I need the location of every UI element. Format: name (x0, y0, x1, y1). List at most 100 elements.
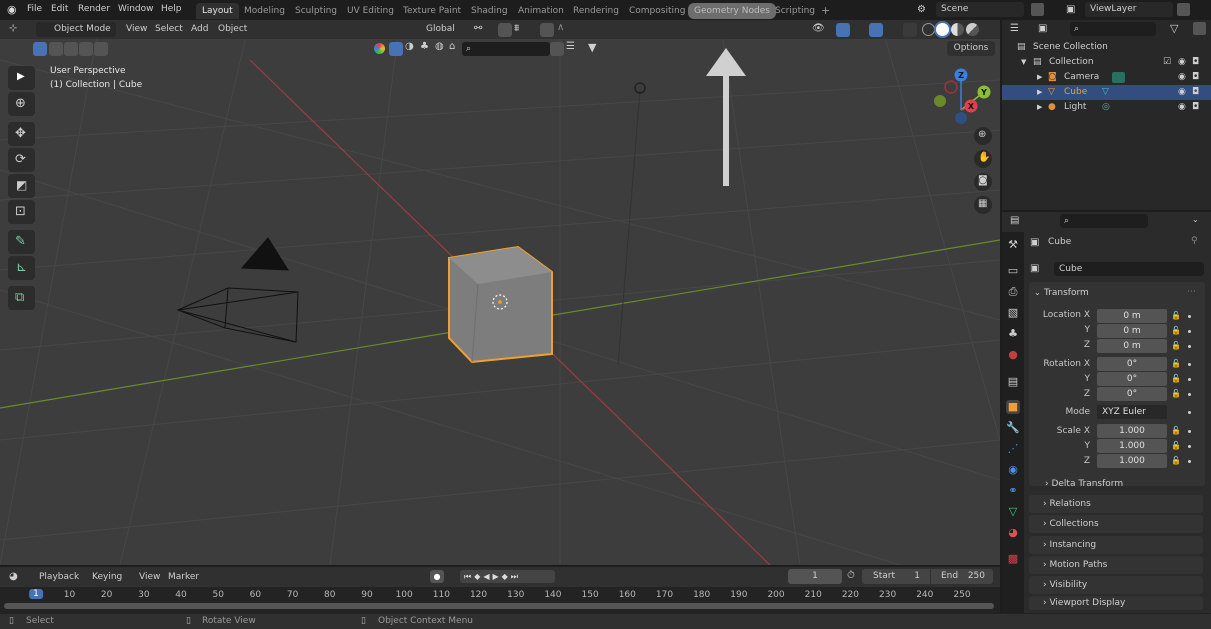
physics-tab-icon[interactable]: ◉ (1006, 463, 1020, 477)
rendered-shading-icon[interactable] (966, 23, 979, 36)
new-collection-icon[interactable] (1193, 22, 1206, 35)
annotate-tool[interactable]: ✎ (8, 230, 35, 254)
add-cube-tool[interactable]: ⧉ (8, 286, 35, 310)
view-layer-field[interactable]: ViewLayer (1085, 2, 1173, 17)
lock-icon[interactable]: 🔓 (1171, 374, 1181, 383)
tab-rendering[interactable]: Rendering (567, 3, 625, 19)
viewport-search-input[interactable]: ⌕ (462, 42, 550, 56)
search-dropdown-icon[interactable] (550, 42, 564, 56)
keyframe-dot[interactable] (1188, 378, 1191, 381)
lock-icon[interactable]: 🔓 (1171, 426, 1181, 435)
display-mode-icon[interactable]: ☰ (1010, 23, 1019, 34)
delta-transform-subpanel[interactable]: › Delta Transform (1045, 479, 1123, 489)
data-tab-icon[interactable]: ▽ (1006, 505, 1020, 519)
gizmo-toggle-icon[interactable] (836, 23, 850, 37)
tab-modeling[interactable]: Modeling (238, 3, 291, 19)
start-frame-field[interactable]: Start 1 (862, 569, 930, 584)
material-tab-icon[interactable]: ◕ (1006, 526, 1020, 540)
new-view-layer-icon[interactable] (1177, 3, 1190, 16)
keyframe-dot[interactable] (1188, 460, 1191, 463)
menu-playback[interactable]: Playback (39, 570, 79, 585)
view-layer-tab-icon[interactable]: ▧ (1006, 306, 1020, 320)
add-workspace-button[interactable]: + (815, 3, 836, 19)
move-tool[interactable]: ✥ (8, 122, 35, 146)
ortho-toggle-button[interactable]: ▦ (974, 196, 992, 214)
outliner-row-scene-collection[interactable]: ▤ Scene Collection (1002, 40, 1211, 55)
menu-keying[interactable]: Keying (92, 570, 122, 585)
outliner-row-light[interactable]: ▶ ● Light ◎ ◉ ◘ (1002, 100, 1211, 115)
visibility-icon[interactable]: 👁 (812, 23, 825, 34)
scene-tab-icon[interactable]: ♣ (1006, 327, 1020, 341)
tab-layout[interactable]: Layout (196, 3, 239, 19)
falloff-icon[interactable]: ∧ (557, 22, 564, 33)
lock-icon[interactable]: 🔓 (1171, 311, 1181, 320)
panel-motion-paths[interactable]: › Motion Paths (1029, 556, 1203, 574)
menu-edit[interactable]: Edit (51, 4, 68, 14)
object-tab-icon[interactable]: ■ (1006, 400, 1020, 414)
filter-icon[interactable]: ▼ (588, 41, 596, 54)
solid-shading-icon[interactable] (936, 23, 949, 36)
tab-sculpting[interactable]: Sculpting (289, 3, 343, 19)
menu-add[interactable]: Add (191, 22, 208, 37)
wireframe-shading-icon[interactable] (922, 23, 935, 36)
pivot-icon[interactable]: ⚯ (474, 23, 482, 34)
keyframe-dot[interactable] (1188, 430, 1191, 433)
auto-key-record-button[interactable]: ● (430, 570, 444, 583)
location-y-field[interactable]: 0 m (1097, 324, 1167, 338)
properties-search-input[interactable]: ⌕ (1060, 214, 1148, 228)
tab-shading[interactable]: Shading (465, 3, 514, 19)
menu-render[interactable]: Render (78, 4, 110, 14)
lock-icon[interactable]: 🔓 (1171, 326, 1181, 335)
zoom-view-button[interactable]: ⊕ (974, 127, 992, 145)
drag-handle-icon[interactable]: ⋯ (1187, 287, 1196, 297)
tab-scripting[interactable]: Scripting (769, 3, 821, 19)
select-box-mode-icon[interactable] (33, 42, 47, 56)
menu-window[interactable]: Window (118, 4, 154, 14)
keyframe-dot[interactable] (1188, 393, 1191, 396)
rotation-mode-dropdown[interactable]: XYZ Euler (1097, 405, 1167, 419)
pin-icon[interactable]: ⚲ (1191, 236, 1198, 246)
panel-viewport-display[interactable]: › Viewport Display (1029, 596, 1203, 610)
object-types-icon[interactable] (374, 43, 385, 54)
properties-options-icon[interactable]: ⌄ (1192, 215, 1199, 224)
transform-tool[interactable]: ⊡ (8, 200, 35, 224)
output-tab-icon[interactable]: ⎙ (1006, 285, 1020, 299)
constraints-tab-icon[interactable]: ⚭ (1006, 484, 1020, 498)
menu-file[interactable]: File (27, 4, 42, 14)
cursor-tool[interactable]: ⊕ (8, 92, 35, 116)
options-dropdown[interactable]: Options (947, 41, 995, 56)
object-name-field[interactable]: Cube (1054, 262, 1204, 276)
tab-animation[interactable]: Animation (512, 3, 570, 19)
pan-view-button[interactable]: ✋ (974, 150, 992, 168)
menu-select[interactable]: Select (155, 22, 183, 37)
camera-view-button[interactable]: ◙ (974, 173, 992, 191)
tool-tab-icon[interactable]: ⚒ (1006, 238, 1020, 252)
keyframe-dot[interactable] (1188, 445, 1191, 448)
menu-object[interactable]: Object (218, 22, 247, 37)
scale-z-field[interactable]: 1.000 (1097, 454, 1167, 468)
particles-tab-icon[interactable]: ⋰ (1006, 442, 1020, 456)
outliner-row-collection[interactable]: ▼ ▤ Collection ☑ ◉ ◘ (1002, 55, 1211, 70)
tab-geometry-nodes[interactable]: Geometry Nodes (688, 3, 776, 19)
panel-relations[interactable]: › Relations (1029, 495, 1203, 513)
select-extend-icon[interactable] (49, 42, 63, 56)
rotate-tool[interactable]: ⟳ (8, 148, 35, 172)
lock-icon[interactable]: 🔓 (1171, 441, 1181, 450)
panel-collections[interactable]: › Collections (1029, 515, 1203, 533)
transform-panel-title[interactable]: Transform (1044, 288, 1089, 298)
new-scene-icon[interactable] (1031, 3, 1044, 16)
tab-texture-paint[interactable]: Texture Paint (397, 3, 467, 19)
select-invert-icon[interactable] (79, 42, 93, 56)
outliner-filter-icon[interactable]: ▽ (1170, 22, 1178, 35)
select-box-tool[interactable]: ▶ (8, 66, 35, 90)
render-tab-icon[interactable]: ▭ (1006, 264, 1020, 278)
tab-compositing[interactable]: Compositing (623, 3, 691, 19)
camera-filter-icon[interactable]: ⌂ (449, 41, 455, 52)
keyframe-dot[interactable] (1188, 330, 1191, 333)
proportional-edit-icon[interactable] (540, 23, 554, 37)
keyframe-dot[interactable] (1188, 363, 1191, 366)
world-filter-icon[interactable]: ◍ (435, 41, 444, 52)
playback-controls[interactable]: ⏮◆◀▶◆⏭ (460, 570, 555, 583)
rotation-z-field[interactable]: 0° (1097, 387, 1167, 401)
light-filter-icon[interactable]: ♣ (420, 41, 429, 52)
